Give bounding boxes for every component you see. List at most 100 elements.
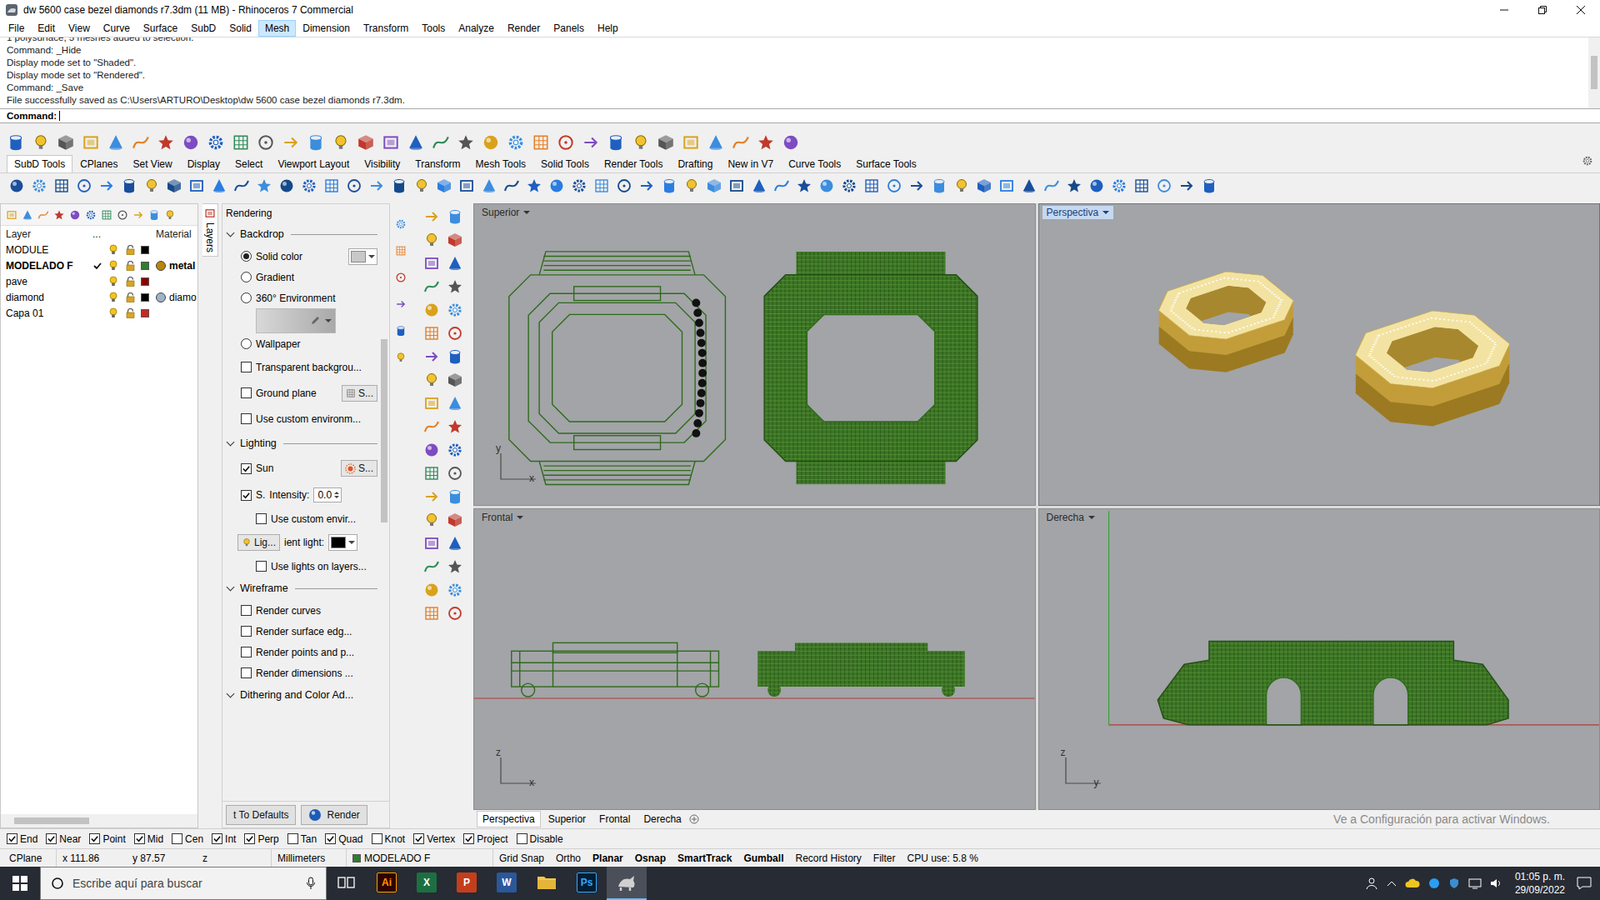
circle-icon[interactable]: [395, 271, 407, 284]
grid-icon[interactable]: [345, 388, 356, 399]
bulb-icon[interactable]: [953, 177, 970, 195]
grid-icon[interactable]: [593, 177, 610, 195]
tool-button[interactable]: [605, 131, 627, 154]
sphere-icon[interactable]: [423, 301, 440, 319]
app-icon[interactable]: Ps: [576, 872, 597, 893]
taskbar-app[interactable]: [526, 866, 567, 900]
checkbox[interactable]: [255, 513, 267, 525]
tool-button[interactable]: [51, 207, 67, 223]
material-name[interactable]: metal: [169, 260, 195, 272]
tool-button[interactable]: [445, 416, 465, 437]
curve-icon[interactable]: [423, 558, 440, 575]
osnap-checkbox[interactable]: [287, 833, 299, 845]
tool-button[interactable]: [1154, 175, 1175, 196]
radio-row[interactable]: Solid color: [222, 245, 378, 267]
tool-button[interactable]: [1019, 175, 1040, 196]
viewport-label[interactable]: Superior: [477, 205, 535, 220]
sphere-icon[interactable]: [278, 177, 295, 195]
gear-icon[interactable]: [446, 581, 464, 599]
osnap-checkbox[interactable]: [171, 833, 183, 845]
sphere-icon[interactable]: [481, 133, 500, 152]
cylinder-icon[interactable]: [930, 177, 948, 195]
gear-icon[interactable]: [395, 218, 407, 230]
sphere-icon[interactable]: [818, 177, 835, 195]
radio-button[interactable]: [240, 250, 252, 262]
checkbox[interactable]: [240, 646, 252, 658]
star-icon[interactable]: [525, 177, 543, 195]
arrow-icon[interactable]: [281, 133, 300, 152]
arrow-icon[interactable]: [638, 177, 655, 195]
cylinder-icon[interactable]: [446, 488, 464, 505]
checkbox[interactable]: [240, 667, 252, 679]
tool-button[interactable]: [780, 131, 802, 154]
tool-button[interactable]: [445, 440, 465, 460]
cone-icon[interactable]: [406, 133, 425, 152]
gear-icon[interactable]: [1110, 177, 1128, 195]
chevron-up-icon[interactable]: [1386, 880, 1397, 887]
model-drawing[interactable]: [474, 509, 1035, 810]
osnap-option[interactable]: Int: [211, 833, 236, 845]
tool-button[interactable]: [83, 207, 99, 223]
app-icon[interactable]: Ai: [376, 872, 397, 893]
model-drawing[interactable]: [1039, 204, 1600, 505]
taskbar-app[interactable]: X: [406, 866, 447, 900]
lightbulb-icon[interactable]: [109, 244, 118, 255]
grid-icon[interactable]: [863, 177, 880, 195]
scrollbar[interactable]: [380, 222, 390, 801]
osnap-option[interactable]: Disable: [516, 833, 564, 845]
checkbox[interactable]: [240, 413, 252, 425]
osnap-option[interactable]: End: [6, 833, 38, 845]
gear-icon[interactable]: [446, 441, 464, 459]
viewport[interactable]: Superioryx: [473, 203, 1036, 506]
circle-icon[interactable]: [446, 325, 464, 342]
checkbox[interactable]: [240, 490, 252, 501]
tool-button[interactable]: [119, 175, 140, 196]
grid-icon[interactable]: [395, 245, 407, 257]
arrow-icon[interactable]: [132, 209, 145, 221]
tool-button[interactable]: [455, 131, 477, 154]
checkbox[interactable]: [255, 560, 267, 572]
tool-button[interactable]: [29, 175, 50, 196]
grid-icon[interactable]: [231, 133, 250, 152]
section-header[interactable]: Lighting: [222, 431, 378, 455]
material-icon[interactable]: [155, 260, 166, 271]
menu-item[interactable]: File: [1, 20, 31, 37]
bulb-icon[interactable]: [241, 537, 252, 548]
tool-button[interactable]: [434, 175, 455, 196]
lock-open-icon[interactable]: [125, 276, 135, 287]
tool-button[interactable]: [421, 323, 442, 344]
tool-button[interactable]: [421, 230, 442, 250]
gear-icon[interactable]: [85, 209, 97, 221]
layer-row[interactable]: MODULE: [0, 241, 198, 258]
tool-button[interactable]: [355, 131, 377, 154]
dropdown-arrow-icon[interactable]: [325, 319, 332, 323]
cube-icon[interactable]: [56, 133, 75, 152]
gear-icon[interactable]: [446, 301, 464, 319]
bulb-icon[interactable]: [143, 177, 160, 195]
grid-icon[interactable]: [531, 133, 550, 152]
layer-row[interactable]: pave: [0, 273, 198, 290]
arrow-icon[interactable]: [423, 488, 440, 505]
toolbar-tab[interactable]: Render Tools: [596, 155, 671, 173]
tool-button[interactable]: [730, 131, 752, 154]
tool-button[interactable]: [951, 175, 972, 196]
curve-icon[interactable]: [1043, 177, 1060, 195]
toolbar-tab[interactable]: CPlanes: [72, 155, 125, 173]
cloud-icon[interactable]: [1405, 878, 1420, 889]
tool-button[interactable]: [771, 175, 792, 196]
bulb-icon[interactable]: [631, 133, 650, 152]
tool-button[interactable]: [321, 175, 342, 196]
restore-icon[interactable]: [1538, 5, 1547, 15]
circle-icon[interactable]: [885, 177, 903, 195]
tool-button[interactable]: [299, 175, 320, 196]
arrow-icon[interactable]: [908, 177, 925, 195]
tool-button[interactable]: [393, 323, 409, 339]
lock-open-icon[interactable]: [125, 245, 135, 255]
clock[interactable]: 01:05 p. m.29/09/2022: [1511, 870, 1569, 897]
tool-button[interactable]: [4, 207, 20, 223]
tool-button[interactable]: [614, 175, 635, 196]
status-toggle[interactable]: Grid Snap: [493, 849, 550, 867]
menu-item[interactable]: Mesh: [258, 20, 296, 37]
toolbar-tab[interactable]: SubD Tools: [6, 155, 73, 173]
checkbox-row[interactable]: Use custom environm...: [222, 405, 378, 432]
